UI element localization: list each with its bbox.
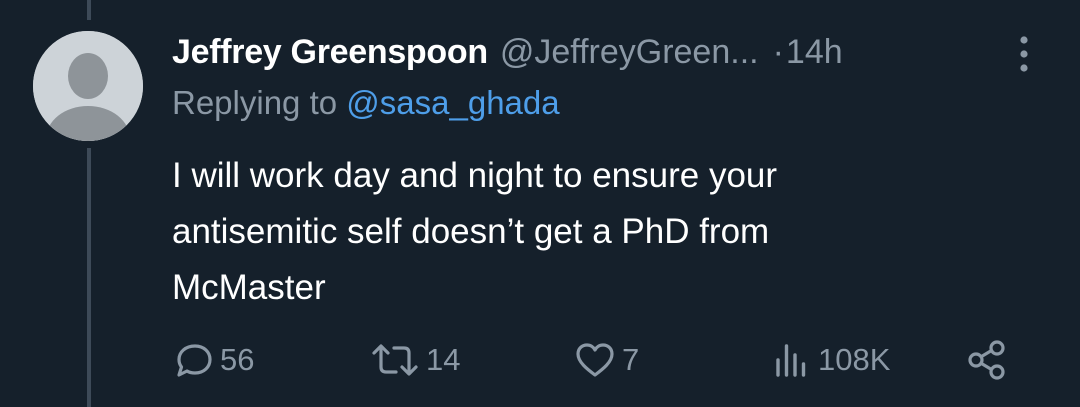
reply-icon [177,344,212,377]
header-separator: · [772,32,784,71]
replying-to: Replying to @sasa_ghada [172,84,560,122]
retweet-icon [372,344,418,376]
avatar[interactable] [33,31,143,141]
tweet-text-line: antisemitic self doesn’t get a PhD from [172,212,770,251]
views-button[interactable]: 108K [772,330,890,390]
action-bar: 56 14 7 108K [172,330,1022,390]
tweet-text-line: McMaster [172,268,326,307]
retweet-count: 14 [426,342,461,377]
author-handle[interactable]: @JeffreyGreen... [500,33,759,72]
share-icon [968,340,1005,380]
like-icon [576,343,614,377]
replying-to-label: Replying to [172,84,338,121]
default-avatar-icon [33,31,143,141]
like-count: 7 [622,342,640,377]
tweet-timestamp[interactable]: 14h [786,33,843,72]
reply-count: 56 [220,342,255,377]
share-button[interactable] [966,330,1008,390]
like-button[interactable]: 7 [574,330,639,390]
more-options-icon [1020,36,1028,72]
retweet-button[interactable]: 14 [370,330,460,390]
thread-line-bottom [87,148,91,407]
reply-button[interactable]: 56 [174,330,254,390]
tweet-text: I will work day and night to ensure your… [172,148,972,316]
more-options-button[interactable] [1010,32,1038,76]
views-icon [776,344,806,377]
author-display-name[interactable]: Jeffrey Greenspoon [172,33,488,72]
tweet-text-line: I will work day and night to ensure your [172,156,778,195]
views-count: 108K [818,342,891,377]
thread-line-top [87,0,91,20]
replying-to-handle[interactable]: @sasa_ghada [346,84,559,121]
tweet-header: Jeffrey Greenspoon @JeffreyGreen... · 14… [172,26,843,78]
